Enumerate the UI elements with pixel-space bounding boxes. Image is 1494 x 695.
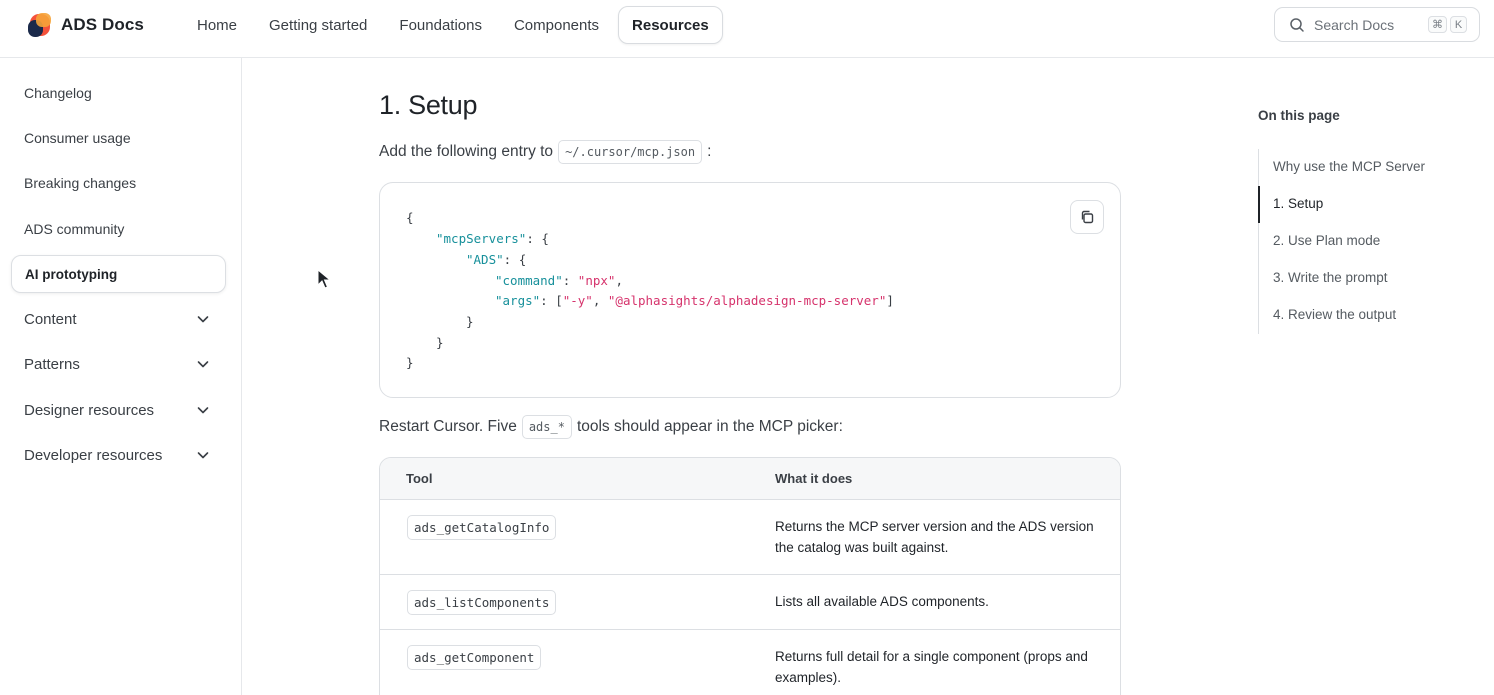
column-header-tool: Tool xyxy=(406,471,433,486)
nav-resources[interactable]: Resources xyxy=(618,6,723,44)
chevron-down-icon[interactable] xyxy=(197,449,209,461)
nav-foundations[interactable]: Foundations xyxy=(386,6,495,44)
nav-home[interactable]: Home xyxy=(184,6,250,44)
code-line: "args": ["-y", "@alphasights/alphadesign… xyxy=(495,293,894,308)
sidebar-group-patterns[interactable]: Patterns xyxy=(11,345,226,383)
search-shortcut: ⌘ K xyxy=(1428,16,1467,33)
tool-description: Lists all available ADS components. xyxy=(775,594,989,609)
copy-icon xyxy=(1081,210,1094,224)
search-box[interactable]: Search Docs ⌘ K xyxy=(1274,7,1480,42)
sidebar-item-consumer-usage[interactable]: Consumer usage xyxy=(11,119,226,157)
tool-description: Returns the MCP server version and the A… xyxy=(775,519,1094,555)
code-line: } xyxy=(406,355,414,370)
toc-link-why-use[interactable]: Why use the MCP Server xyxy=(1273,159,1425,174)
table-of-contents: Why use the MCP Server 1. Setup 2. Use P… xyxy=(1258,149,1478,334)
sidebar-item-ai-prototyping[interactable]: AI prototyping xyxy=(11,255,226,293)
toc-link-write-prompt[interactable]: 3. Write the prompt xyxy=(1273,270,1388,285)
tools-table: Tool What it does ads_getCatalogInfo Ret… xyxy=(379,457,1121,695)
code-line: "mcpServers": { xyxy=(436,231,549,246)
ads-logo-icon[interactable] xyxy=(27,12,53,38)
sidebar-group-developer-resources[interactable]: Developer resources xyxy=(11,436,226,474)
code-line: } xyxy=(436,335,444,350)
sidebar: Changelog Consumer usage Breaking change… xyxy=(0,58,242,695)
code-line: "command": "npx", xyxy=(495,273,623,288)
table-header: Tool What it does xyxy=(380,458,1120,500)
column-header-what-it-does: What it does xyxy=(775,471,853,486)
toc-link-setup[interactable]: 1. Setup xyxy=(1273,196,1323,211)
section-heading: 1. Setup xyxy=(379,90,478,120)
intro-suffix: : xyxy=(707,143,712,160)
sidebar-group-label: Developer resources xyxy=(24,446,163,464)
tool-description: Returns full detail for a single compone… xyxy=(775,649,1088,685)
inline-code-path: ~/.cursor/mcp.json xyxy=(558,140,703,164)
nav-getting-started[interactable]: Getting started xyxy=(256,6,380,44)
toc-title: On this page xyxy=(1258,108,1340,123)
tool-name: ads_getComponent xyxy=(407,645,542,670)
sidebar-item-breaking-changes[interactable]: Breaking changes xyxy=(11,164,226,202)
tool-name: ads_listComponents xyxy=(407,590,557,615)
chevron-down-icon[interactable] xyxy=(197,313,209,325)
sidebar-item-ads-community[interactable]: ADS community xyxy=(11,210,226,248)
chevron-down-icon[interactable] xyxy=(197,358,209,370)
table-row: ads_listComponents Lists all available A… xyxy=(380,575,1120,630)
code-line: } xyxy=(466,314,474,329)
sidebar-group-label: Content xyxy=(24,310,77,328)
sidebar-group-label: Patterns xyxy=(24,355,80,373)
sidebar-group-content[interactable]: Content xyxy=(11,300,226,338)
table-row: ads_getComponent Returns full detail for… xyxy=(380,630,1120,695)
nav-components[interactable]: Components xyxy=(501,6,612,44)
intro-text: Add the following entry to xyxy=(379,143,554,160)
mouse-pointer-icon xyxy=(317,269,331,289)
search-placeholder: Search Docs xyxy=(1314,16,1395,33)
chevron-down-icon[interactable] xyxy=(197,404,209,416)
k-key: K xyxy=(1450,16,1467,33)
table-row: ads_getCatalogInfo Returns the MCP serve… xyxy=(380,500,1120,575)
code-block: { "mcpServers": { "ADS": { "command": "n… xyxy=(379,182,1121,398)
toc-link-review-output[interactable]: 4. Review the output xyxy=(1273,307,1396,322)
intro-paragraph: Add the following entry to ~/.cursor/mcp… xyxy=(379,140,711,164)
restart-suffix: tools should appear in the MCP picker: xyxy=(576,418,843,435)
search-icon xyxy=(1290,17,1304,32)
restart-text: Restart Cursor. Five xyxy=(379,418,517,435)
tool-name: ads_getCatalogInfo xyxy=(407,515,557,540)
toc-link-plan-mode[interactable]: 2. Use Plan mode xyxy=(1273,233,1380,248)
toc-active-indicator xyxy=(1258,186,1260,223)
command-key: ⌘ xyxy=(1428,16,1447,33)
sidebar-group-designer-resources[interactable]: Designer resources xyxy=(11,391,226,429)
copy-button[interactable] xyxy=(1070,200,1104,234)
inline-code-tools: ads_* xyxy=(521,415,572,439)
restart-paragraph: Restart Cursor. Five ads_* tools should … xyxy=(379,415,843,439)
code-line: "ADS": { xyxy=(466,252,527,267)
main-nav: Home Getting started Foundations Compone… xyxy=(184,6,723,44)
top-header: ADS Docs Home Getting started Foundation… xyxy=(0,0,1494,58)
sidebar-item-changelog[interactable]: Changelog xyxy=(11,74,226,112)
code-line: { xyxy=(406,210,414,225)
sidebar-group-label: Designer resources xyxy=(24,401,155,419)
brand-name[interactable]: ADS Docs xyxy=(61,15,144,35)
